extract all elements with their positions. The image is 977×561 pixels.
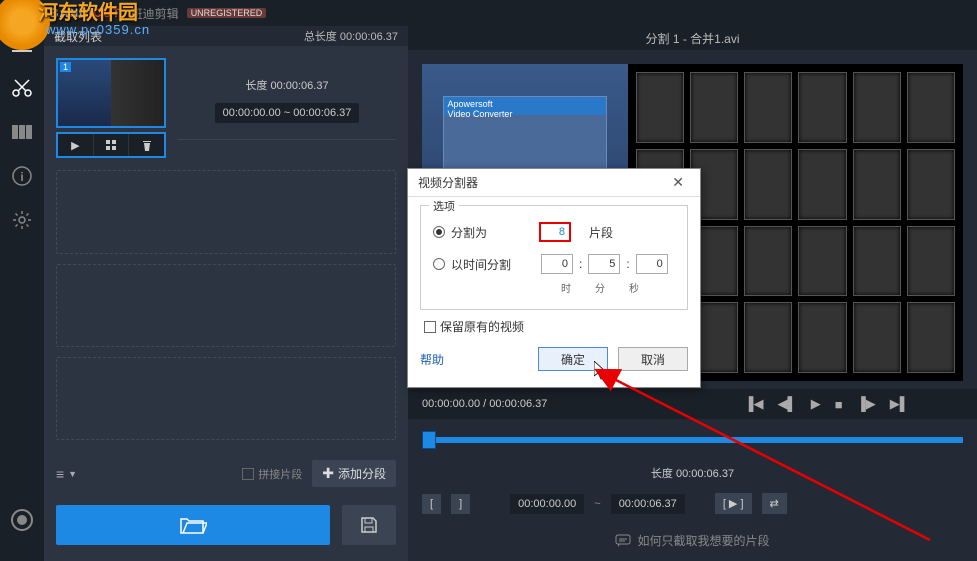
menu-icon[interactable] [10, 32, 34, 56]
empty-clip-slot[interactable] [56, 357, 396, 440]
clip-number-badge: 1 [60, 62, 71, 72]
add-segment-button[interactable]: ✚添加分段 [312, 460, 396, 487]
total-length: 总长度 00:00:06.37 [304, 28, 398, 44]
preview-app-title: ApowersoftVideo Converter [444, 97, 606, 115]
clip-range[interactable]: 00:00:00.00 ~ 00:00:06.37 [215, 103, 360, 123]
save-button[interactable] [342, 505, 396, 545]
join-segments-checkbox[interactable]: 拼接片段 [242, 466, 302, 482]
minutes-input[interactable]: 5 [588, 254, 620, 274]
join-icon[interactable] [10, 120, 34, 144]
player-controls: 00:00:00.00 / 00:00:06.37 ▐◀ ◀▌ ▶ ■ ▐▶ ▶… [408, 389, 977, 419]
hours-input[interactable]: 0 [541, 254, 573, 274]
svg-text:i: i [20, 170, 23, 184]
brand-logo: BANDICUT [50, 6, 121, 20]
parts-unit-label: 片段 [589, 224, 613, 241]
step-fwd-button[interactable]: ▐▶ [857, 396, 876, 412]
clip-grid-button[interactable] [93, 134, 129, 156]
split-by-time-radio[interactable] [433, 258, 445, 270]
info-icon[interactable]: i [10, 164, 34, 188]
seek-start-button[interactable]: ▐◀ [744, 396, 763, 412]
parts-count-input[interactable]: 8 [539, 222, 571, 242]
empty-clip-slot[interactable] [56, 170, 396, 253]
gear-icon[interactable] [10, 208, 34, 232]
tip-text: 如何只截取我想要的片段 [637, 532, 769, 549]
record-icon[interactable] [11, 509, 33, 531]
seek-end-button[interactable]: ▶▌ [890, 396, 909, 412]
segment-length: 长度 00:00:06.37 [530, 465, 856, 481]
total-length-value: 00:00:06.37 [340, 31, 398, 43]
seconds-label: 秒 [629, 280, 639, 295]
cut-icon[interactable] [10, 76, 34, 100]
swap-button[interactable]: ⇄ [762, 493, 787, 514]
cancel-button[interactable]: 取消 [618, 347, 688, 371]
empty-clip-slot[interactable] [56, 264, 396, 347]
preview-title: 分割 1 - 合并1.avi [408, 26, 977, 50]
step-back-button[interactable]: ◀▌ [777, 396, 796, 412]
folder-open-icon [179, 515, 207, 535]
options-legend: 选项 [429, 198, 459, 214]
clip-length: 长度 00:00:06.37 [245, 77, 328, 93]
clip-item[interactable]: 1 ▶ 长度 00:00:06.37 00:00:00.00 ~ 00:00:0… [44, 46, 408, 170]
clip-delete-button[interactable] [128, 134, 164, 156]
help-link[interactable]: 帮助 [420, 351, 444, 368]
list-menu-button[interactable]: ≡ ▼ [56, 466, 77, 482]
clip-play-button[interactable]: ▶ [58, 134, 93, 156]
play-button[interactable]: ▶ [811, 396, 821, 412]
play-range-button[interactable]: [ ▶ ] [715, 493, 752, 514]
minutes-label: 分 [595, 280, 605, 295]
total-length-label: 总长度 [304, 31, 337, 43]
timeline[interactable] [422, 427, 963, 455]
sidebar: i [0, 26, 44, 561]
dialog-title: 视频分割器 [418, 174, 666, 191]
split-by-parts-label: 分割为 [451, 224, 487, 241]
tip-row[interactable]: 如何只截取我想要的片段 [408, 520, 977, 561]
keep-original-label: 保留原有的视频 [440, 318, 524, 335]
brand-subtitle: 班迪剪辑 [131, 5, 179, 22]
mouse-cursor-icon [594, 361, 610, 381]
stop-button[interactable]: ■ [835, 397, 843, 412]
clip-thumbnail[interactable]: 1 [56, 58, 166, 128]
chat-icon [615, 534, 631, 548]
split-by-parts-radio[interactable] [433, 226, 445, 238]
range-end-time[interactable]: 00:00:06.37 [611, 494, 685, 514]
split-by-time-label: 以时间分割 [451, 256, 511, 273]
hours-label: 时 [561, 280, 571, 295]
timeline-handle[interactable] [422, 431, 436, 449]
options-fieldset: 选项 分割为 8 片段 以时间分割 0 : 5 : 0 时 分 秒 [420, 205, 688, 310]
plus-icon: ✚ [322, 465, 334, 482]
mark-in-button[interactable]: [ [422, 494, 441, 514]
player-time: 00:00:00.00 / 00:00:06.37 [422, 398, 730, 410]
video-splitter-dialog: 视频分割器 ✕ 选项 分割为 8 片段 以时间分割 0 : 5 : 0 时 分 … [407, 168, 701, 388]
range-start-time[interactable]: 00:00:00.00 [510, 494, 584, 514]
mark-out-button[interactable]: ] [451, 494, 470, 514]
clip-list-title: 截取列表 [54, 28, 304, 45]
unregistered-badge: UNREGISTERED [187, 8, 267, 18]
clip-list-header: 截取列表 总长度 00:00:06.37 [44, 26, 408, 46]
brand-cut: CUT [93, 6, 121, 20]
floppy-disk-icon [360, 516, 378, 534]
open-file-button[interactable] [56, 505, 330, 545]
title-bar: BANDICUT 班迪剪辑 UNREGISTERED [0, 0, 977, 26]
keep-original-checkbox[interactable]: 保留原有的视频 [424, 318, 684, 335]
clip-list-panel: 截取列表 总长度 00:00:06.37 1 ▶ [44, 26, 408, 561]
seconds-input[interactable]: 0 [636, 254, 668, 274]
dialog-close-button[interactable]: ✕ [666, 174, 690, 191]
brand-bandi: BANDI [50, 6, 93, 20]
